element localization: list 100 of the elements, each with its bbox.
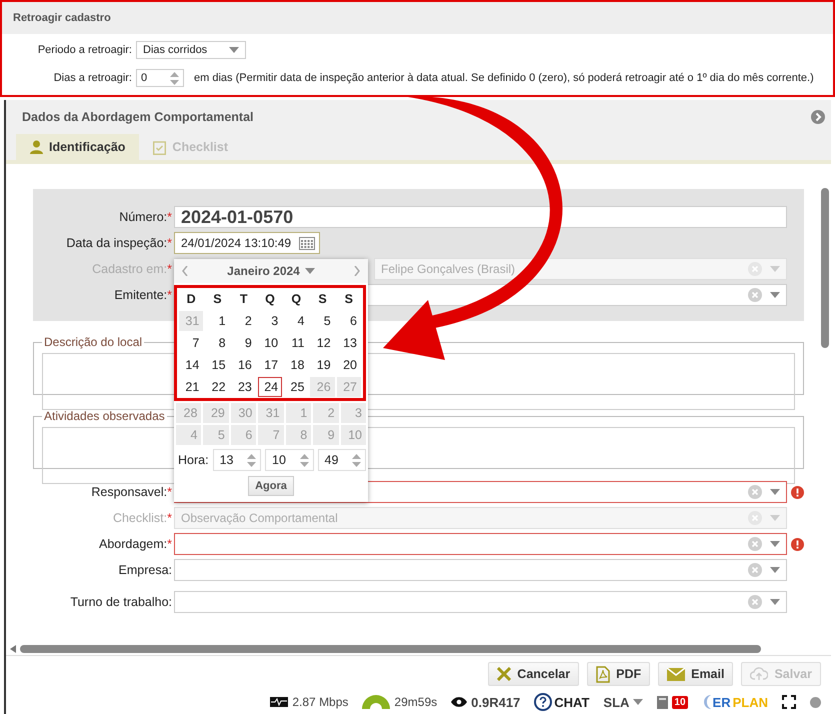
select-field[interactable] [174,559,787,581]
clear-icon[interactable] [748,288,762,302]
sla-label: SLA [603,694,630,710]
day-cell[interactable]: 9 [232,333,256,353]
caret-icon[interactable] [633,699,644,705]
hint-text: em dias (Permitir data de inspeção anterior à data atual. Se definido 0 (zero), só poderá retroagir até o 1º dia do mês corrente.) [194,72,814,84]
scroll-left-icon[interactable] [10,645,16,653]
caret-icon[interactable] [770,266,780,272]
time-spinner[interactable]: 49 [318,449,366,471]
email-button[interactable]: Email [658,662,734,686]
envelope-icon [667,668,686,680]
error-icon [791,486,804,498]
day-cell[interactable]: 21 [179,377,204,397]
scrollbar[interactable] [821,188,829,348]
cancel-button[interactable]: Cancelar [488,662,580,686]
chevron-left-icon[interactable] [182,266,188,276]
fullscreen-icon[interactable] [782,695,796,709]
day-cell[interactable]: 22 [205,377,230,397]
gauge-icon [362,695,390,709]
weekday-label: S [212,291,223,308]
logo: ER PLAN [702,694,768,710]
day-cell[interactable]: 7 [179,333,204,353]
select-field[interactable] [174,533,787,555]
scrollbar[interactable] [20,645,761,653]
field-label: Abordagem:* [98,537,173,551]
chevron-right-icon[interactable] [354,266,360,276]
caret-icon[interactable] [770,541,780,547]
caret-icon[interactable] [770,567,780,573]
caret-icon[interactable] [304,268,315,274]
chevron-right-icon[interactable] [811,110,825,124]
day-cell[interactable]: 1 [205,311,230,331]
day-cell[interactable]: 17 [258,355,282,375]
weekday-label: Q [264,291,276,308]
clear-icon[interactable] [748,563,762,577]
caret-icon[interactable] [770,599,780,605]
weekday-label: S [344,291,354,308]
pulse-icon [270,697,288,707]
date-field[interactable]: 24/01/2024 13:10:49 [174,232,320,254]
number-field[interactable]: 2024-01-0570 [174,206,787,228]
field-label: Periodo a retroagir: [36,44,132,56]
time-spinner[interactable]: 13 [212,449,262,471]
clear-icon[interactable] [748,262,762,276]
day-cell[interactable]: 8 [205,333,230,353]
session-timer: 29m59s [394,695,438,709]
field-label: Data da inspeção:* [65,236,173,250]
calendar-icon[interactable] [299,236,316,250]
spinner-arrows-icon[interactable] [300,454,309,466]
close-icon [497,667,512,681]
field-label: Turno de trabalho: [69,595,173,609]
pdf-button[interactable]: PDF [587,662,650,686]
caret-icon[interactable] [770,292,780,298]
day-cell[interactable]: 20 [336,355,361,375]
spinner-arrows-icon[interactable] [247,454,256,466]
section-legend: Descrição do local [42,335,144,349]
day-cell[interactable]: 10 [258,333,282,353]
calculator-icon[interactable] [657,696,668,708]
eye-icon [451,697,468,707]
day-cell[interactable]: 23 [232,377,256,397]
clear-icon[interactable] [748,485,762,499]
day-cell[interactable]: 5 [310,311,335,331]
day-cell[interactable]: 2 [232,311,256,331]
day-cell[interactable]: 15 [205,355,230,375]
day-cell[interactable]: 19 [310,355,335,375]
day-cell[interactable]: 4 [284,311,308,331]
day-cell[interactable]: 18 [284,355,308,375]
day-cell[interactable]: 24 [258,377,282,397]
clear-icon[interactable] [748,595,762,609]
field-label: Responsavel:* [90,485,173,499]
time-label: Hora: [178,453,209,467]
day-cell[interactable]: 3 [258,311,282,331]
period-select[interactable]: Dias corridos [136,41,246,59]
help-icon [534,693,552,711]
person-icon [30,140,43,154]
now-button[interactable]: Agora [248,476,294,496]
caret-icon[interactable] [770,489,780,495]
day-cell[interactable]: 12 [310,333,335,353]
day-cell[interactable]: 16 [232,355,256,375]
weekday-label: D [186,291,197,308]
tab[interactable]: Identificação [16,134,140,160]
day-cell[interactable]: 6 [336,311,361,331]
select-field[interactable] [174,591,787,613]
clipboard-check-icon [153,140,166,154]
panel-title: Dados da Abordagem Comportamental [22,110,254,124]
section-legend: Atividades observadas [42,409,167,423]
status-dot-icon [810,696,821,708]
clear-icon[interactable] [748,537,762,551]
chat-button[interactable]: CHAT [534,693,590,711]
panel-title: Retroagir cadastro [2,2,833,34]
caret-icon[interactable] [229,47,239,53]
days-field[interactable]: 0 [136,69,184,87]
day-cell[interactable]: 13 [336,333,361,353]
day-cell[interactable]: 14 [179,355,204,375]
cloud-upload-icon [750,667,768,681]
field-label: Dias a retroagir: [52,72,132,84]
time-spinner[interactable]: 10 [265,449,314,471]
weekday-label: Q [290,291,302,308]
day-cell[interactable]: 25 [284,377,308,397]
day-cell[interactable]: 11 [284,333,308,353]
spinner-arrows-icon[interactable] [352,454,361,466]
spinner-arrows-icon[interactable] [170,72,179,84]
